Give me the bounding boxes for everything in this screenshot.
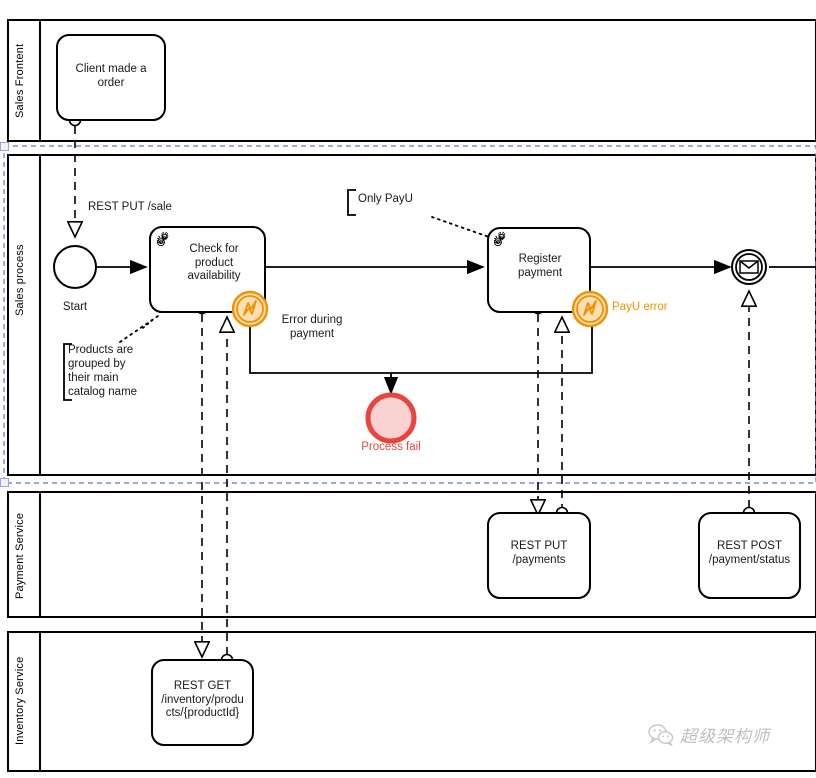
lane-label-sales-process: Sales process: [14, 244, 26, 316]
task-client-made-order[interactable]: [56, 34, 166, 121]
annotation-text-only-payu: Only PayU: [358, 193, 413, 205]
lane-payment-service-frame: [7, 491, 816, 618]
flow-label-error-during-payment: Error during payment: [281, 314, 343, 340]
envelope-icon: [739, 260, 759, 274]
event-message-end[interactable]: [731, 249, 767, 285]
event-process-fail[interactable]: [365, 392, 417, 444]
lane-label-payment-service: Payment Service: [14, 512, 26, 600]
watermark-text: 超级架构师: [680, 727, 770, 747]
watermark: 超级架构师: [648, 722, 770, 747]
lane-label-sales-frontent: Sales Frontent: [14, 43, 26, 118]
lane-inventory-service-frame: [7, 631, 816, 772]
event-start[interactable]: [53, 245, 97, 289]
event-label-payu-error: PayU error: [612, 301, 668, 313]
event-payu-error-boundary[interactable]: [571, 290, 609, 328]
task-rest-post-payment-status[interactable]: [698, 512, 801, 599]
event-label-process-fail: Process fail: [361, 441, 421, 453]
task-rest-get-inventory[interactable]: [151, 659, 254, 746]
task-rest-put-payments[interactable]: [487, 512, 591, 599]
annotation-text-products-grouped: Products are grouped by their main catal…: [68, 344, 138, 398]
flow-label-rest-put-sale: REST PUT /sale: [88, 201, 172, 213]
wechat-icon: [648, 723, 674, 746]
lane-label-inventory-service: Inventory Service: [14, 656, 26, 746]
